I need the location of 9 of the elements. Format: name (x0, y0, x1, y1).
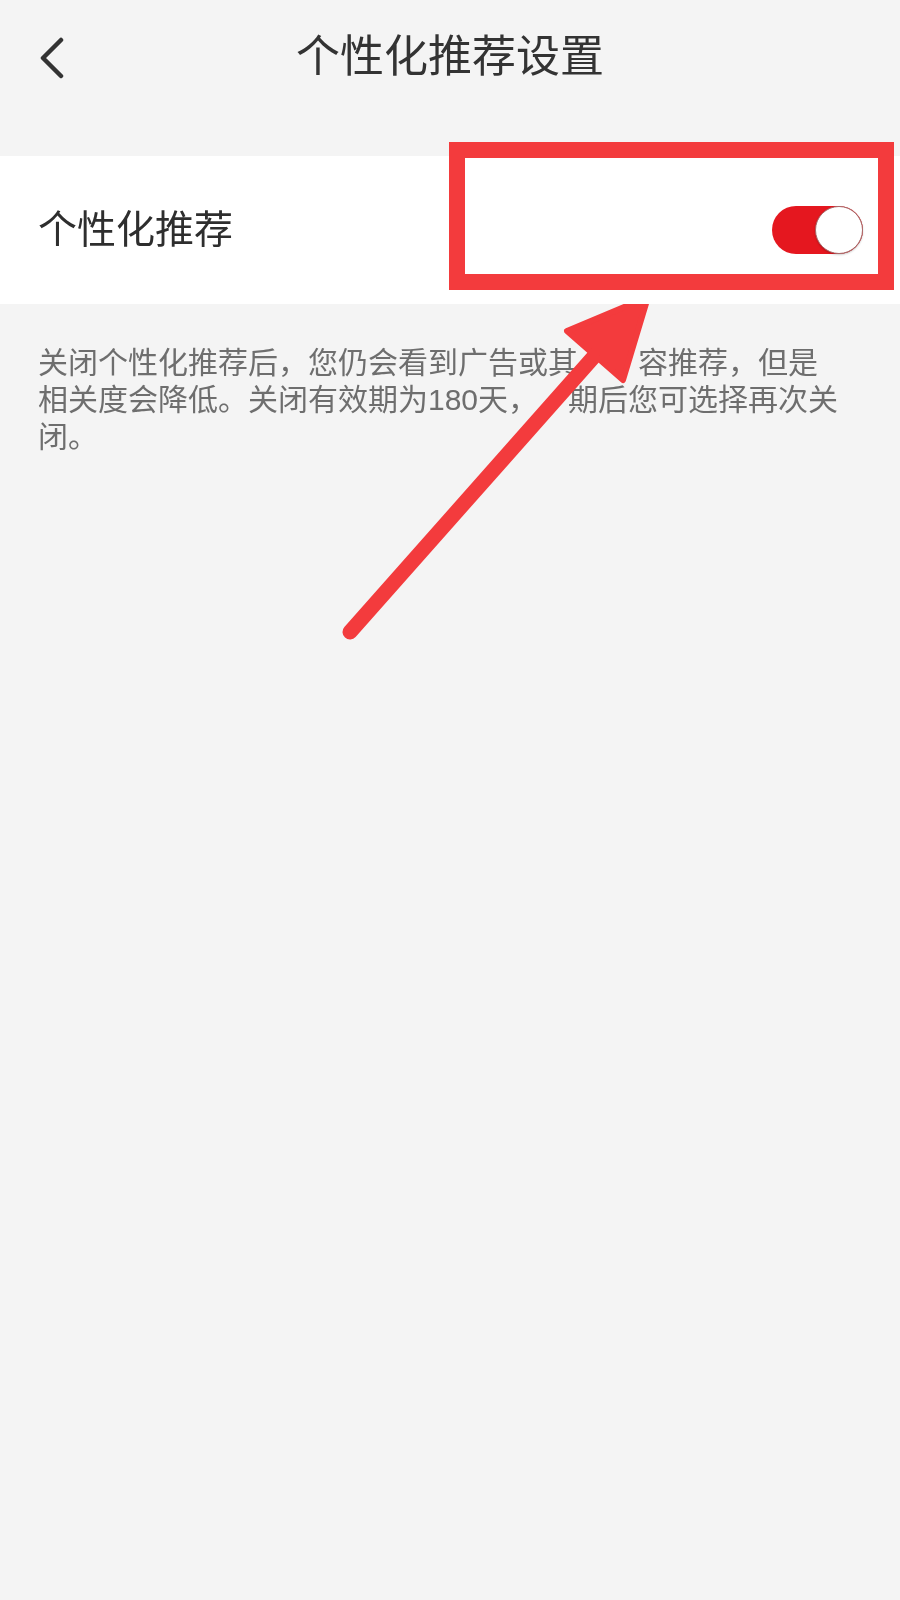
page-title: 个性化推荐设置 (296, 31, 604, 84)
description-text: 闭。 (38, 419, 98, 455)
toggle-switch[interactable] (772, 206, 863, 254)
back-button[interactable] (38, 36, 66, 79)
description-text: 期后您可选择再次关 (568, 382, 839, 418)
back-icon (38, 36, 66, 79)
description-text: 相关度会降低。关闭有效期为180天， (38, 382, 539, 418)
description-text: 容推荐，但是 (638, 345, 818, 381)
setting-label: 个性化推荐 (38, 206, 233, 253)
